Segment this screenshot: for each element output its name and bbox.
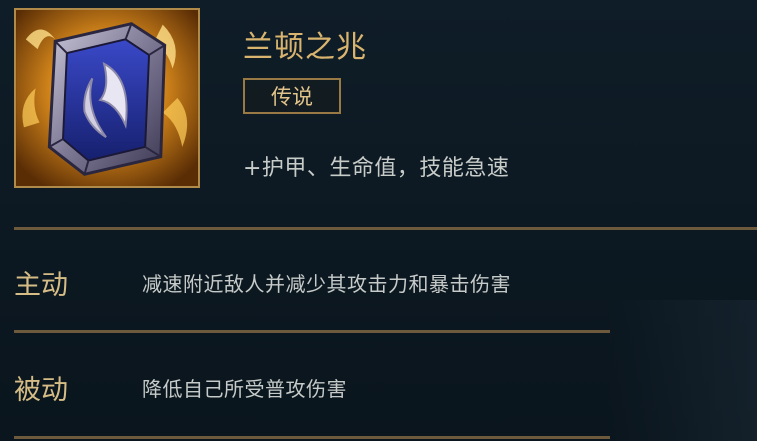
active-label: 主动 <box>14 270 68 301</box>
item-icon-frame <box>14 8 200 188</box>
passive-label: 被动 <box>14 375 68 406</box>
rarity-badge: 传说 <box>243 78 341 114</box>
background-fade <box>607 300 757 441</box>
item-tooltip: 兰顿之兆 传说 +护甲、生命值，技能急速 主动 减速附近敌人并减少其攻击力和暴击… <box>0 0 757 441</box>
divider <box>14 436 610 439</box>
divider <box>14 330 610 333</box>
passive-description: 降低自己所受普攻伤害 <box>142 377 347 401</box>
item-stats: +护甲、生命值，技能急速 <box>243 156 510 181</box>
item-name: 兰顿之兆 <box>243 30 367 65</box>
divider <box>14 227 757 230</box>
active-description: 减速附近敌人并减少其攻击力和暴击伤害 <box>142 272 511 296</box>
shield-icon <box>16 10 198 186</box>
